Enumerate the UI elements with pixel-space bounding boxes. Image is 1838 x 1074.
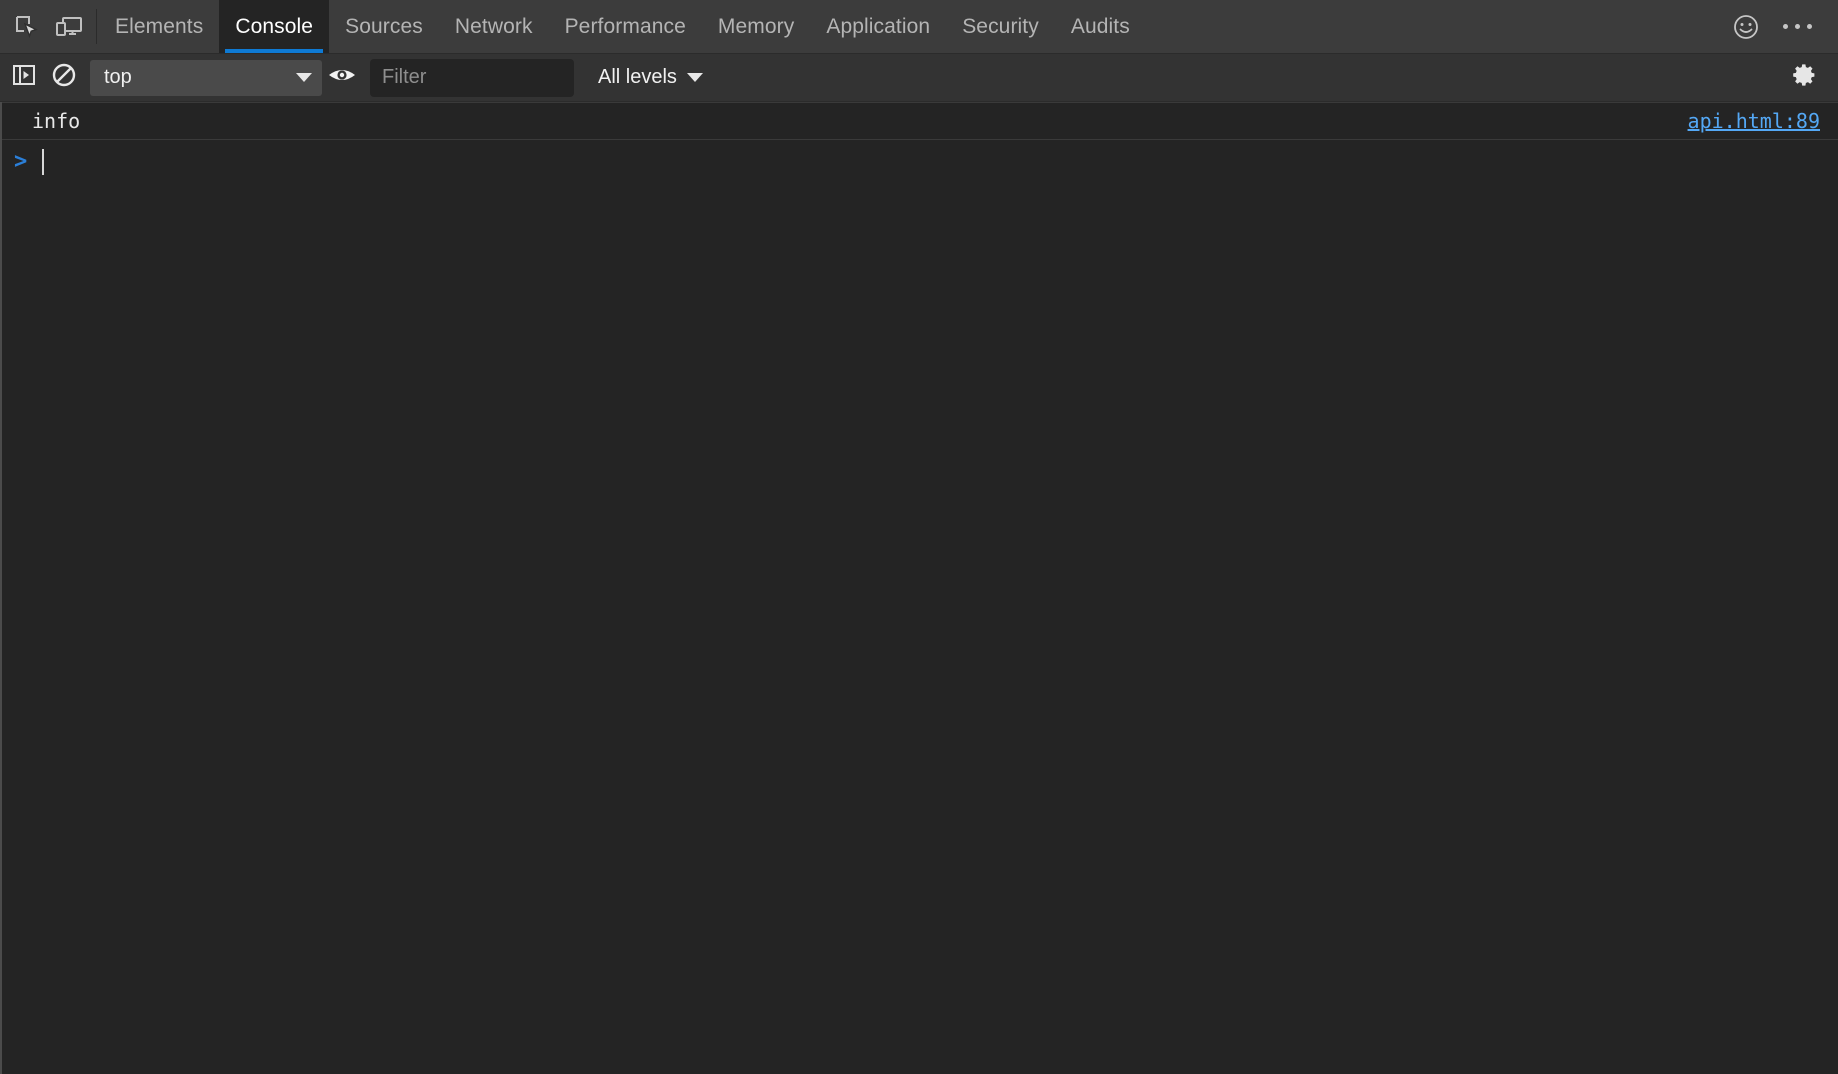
clear-console-icon	[51, 62, 77, 93]
console-settings-button[interactable]	[1782, 58, 1826, 98]
tab-performance[interactable]: Performance	[549, 0, 702, 53]
tab-memory[interactable]: Memory	[702, 0, 810, 53]
tab-label: Security	[962, 14, 1039, 38]
log-level-select[interactable]: All levels	[590, 60, 711, 96]
log-level-value: All levels	[598, 66, 677, 88]
tab-network[interactable]: Network	[439, 0, 549, 53]
panel-tabs: Elements Console Sources Network Perform…	[99, 0, 1725, 53]
tab-label: Network	[454, 14, 533, 38]
console-filter-input[interactable]: Filter	[370, 58, 574, 97]
tabbar-actions	[1725, 0, 1838, 53]
tab-console[interactable]: Console	[219, 0, 330, 53]
inspect-element-button[interactable]	[6, 7, 48, 47]
tab-elements[interactable]: Elements	[99, 0, 219, 53]
chevron-down-icon	[686, 73, 703, 82]
tab-label: Application	[826, 14, 931, 38]
inspect-element-icon	[14, 14, 40, 40]
devtools-tab-bar: Elements Console Sources Network Perform…	[0, 0, 1838, 54]
console-toolbar: top Filter All levels	[0, 54, 1838, 102]
clear-console-button[interactable]	[44, 58, 84, 98]
console-message-area[interactable]: info api.html:89 >	[0, 102, 1838, 1074]
console-prompt-row[interactable]: >	[2, 140, 1838, 184]
console-message-text: info	[32, 109, 81, 133]
eye-icon	[327, 64, 357, 91]
smiley-face-icon	[1732, 13, 1760, 41]
devtools-window: Elements Console Sources Network Perform…	[0, 0, 1838, 1074]
tab-label: Memory	[717, 14, 795, 38]
device-toolbar-icon	[55, 15, 83, 39]
gear-icon	[1791, 62, 1817, 93]
execution-context-value: top	[104, 66, 132, 88]
live-expression-button[interactable]	[322, 58, 362, 98]
tab-label: Performance	[564, 14, 686, 38]
console-sidebar-toggle-button[interactable]	[4, 58, 44, 98]
more-options-button[interactable]	[1773, 24, 1822, 29]
console-message-source-link[interactable]: api.html:89	[1688, 109, 1820, 133]
inspector-tool-group	[0, 0, 94, 53]
more-options-icon	[1783, 24, 1788, 29]
tab-label: Elements	[115, 14, 204, 38]
tab-label: Console	[235, 14, 314, 38]
chevron-down-icon	[296, 73, 312, 82]
console-message-row[interactable]: info api.html:89	[2, 102, 1838, 140]
console-prompt-input[interactable]	[44, 149, 1838, 175]
tab-security[interactable]: Security	[946, 0, 1055, 53]
console-prompt-chevron-icon: >	[14, 149, 28, 174]
console-sidebar-toggle-icon	[11, 62, 37, 93]
console-filter-placeholder: Filter	[382, 66, 427, 88]
more-options-icon	[1807, 24, 1812, 29]
toolbar-divider	[96, 9, 97, 44]
more-options-icon	[1795, 24, 1800, 29]
tab-sources[interactable]: Sources	[329, 0, 439, 53]
feedback-button[interactable]	[1725, 7, 1767, 47]
tab-application[interactable]: Application	[810, 0, 946, 53]
tab-label: Audits	[1070, 14, 1130, 38]
execution-context-select[interactable]: top	[90, 59, 322, 96]
tab-audits[interactable]: Audits	[1055, 0, 1146, 53]
tab-label: Sources	[345, 14, 423, 38]
device-toolbar-button[interactable]	[48, 7, 90, 47]
